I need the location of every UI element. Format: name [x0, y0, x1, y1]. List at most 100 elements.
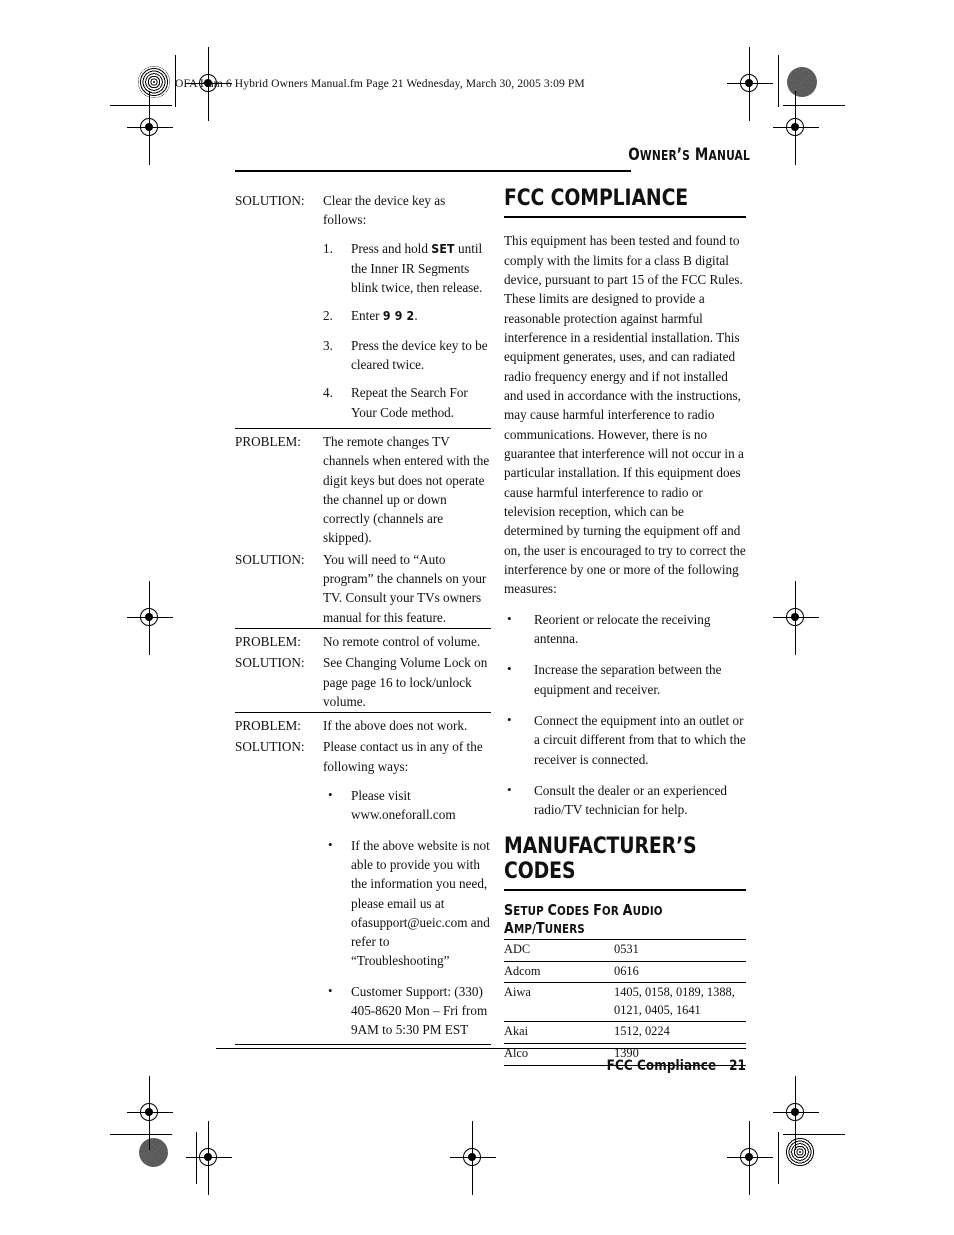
subsection-odes: ODES: [557, 904, 594, 918]
step-number: 3.: [323, 337, 333, 353]
list-item: • Increase the separation between the equ…: [504, 660, 746, 699]
bullet-text: Increase the separation between the equi…: [534, 662, 722, 697]
list-item: • Please visit www.oneforall.com: [323, 786, 491, 825]
table-row: Akai 1512, 0224: [504, 1021, 746, 1044]
brand-codes: 1512, 0224: [614, 1021, 746, 1044]
bullet-icon: •: [507, 610, 512, 626]
subsection-etup: ETUP: [513, 904, 548, 918]
brand-codes: 0531: [614, 939, 746, 962]
qa-text-solution: See Changing Volume Lock on page page 16…: [323, 655, 488, 709]
table-row: PROBLEM: If the above does not work.: [235, 713, 491, 737]
qa-label-solution: SOLUTION:: [235, 655, 305, 671]
qa-label-empty: [235, 231, 323, 429]
registration-mark-bottom-right-inner: [727, 1121, 773, 1195]
footer-section-title: FCC Compliance: [606, 1058, 717, 1074]
bullet-text: Reorient or relocate the receiving anten…: [534, 611, 711, 647]
brand-name: Adcom: [504, 961, 614, 984]
key-label: 9 9 2: [382, 309, 415, 324]
subsection-s: S: [504, 901, 514, 919]
bullet-text: Connect the equipment into an outlet or …: [534, 713, 746, 767]
crop-line-banner-right-vertical: [778, 55, 780, 107]
list-item: 3. Press the device key to be cleared twi…: [323, 336, 491, 375]
right-column: FCC COMPLIANCE This equipment has been t…: [504, 186, 746, 1066]
step-number: 2.: [323, 308, 333, 324]
list-item: 1. Press and hold SET until the Inner IR …: [323, 239, 491, 298]
qa-steps-cell: 1. Press and hold SET until the Inner IR …: [323, 231, 491, 429]
table-row: Adcom 0616: [504, 961, 746, 984]
bullet-text: Consult the dealer or an experienced rad…: [534, 783, 727, 818]
table-row: PROBLEM: No remote control of volume.: [235, 628, 491, 652]
subsection-c: C: [547, 901, 558, 919]
table-row: SOLUTION: Please contact us in any of th…: [235, 736, 491, 777]
registration-mark-middle-left: [127, 581, 173, 655]
fcc-measures-list: • Reorient or relocate the receiving ante…: [504, 610, 746, 820]
crop-line-bottom-right-horizontal: [783, 1134, 845, 1136]
step-text-pre: Press and hold: [351, 240, 432, 256]
brand-name: Akai: [504, 1021, 614, 1044]
list-item: 4. Repeat the Search For Your Code method…: [323, 383, 491, 422]
crop-line-top-right-horizontal: [783, 105, 845, 107]
list-item: 2. Enter 9 9 2.: [323, 306, 491, 326]
registration-mark-top-right-inner: [727, 47, 773, 121]
bullet-icon: •: [507, 712, 512, 728]
printer-density-mark-top-right: [787, 67, 817, 97]
bullet-icon: •: [328, 836, 333, 852]
subsection-udio: UDIO: [632, 904, 663, 918]
list-item: • Connect the equipment into an outlet or…: [504, 711, 746, 769]
table-row: ADC 0531: [504, 939, 746, 962]
subsection-f: F: [593, 901, 602, 919]
qa-group-0: SOLUTION: Clear the device key as follow…: [235, 190, 491, 428]
registration-mark-bottom-center: [450, 1121, 496, 1195]
qa-label-problem: PROBLEM:: [235, 718, 301, 734]
qa-label-problem: PROBLEM:: [235, 433, 301, 449]
section-rule-codes: [504, 888, 746, 891]
table-row: Aiwa 1405, 0158, 0189, 1388, 0121, 0405,…: [504, 982, 746, 1023]
table-row: SOLUTION: You will need to “Auto program…: [235, 549, 491, 629]
key-label: SET: [431, 241, 455, 256]
brand-name: Aiwa: [504, 982, 614, 1023]
qa-text-solution: Please contact us in any of the followin…: [323, 739, 483, 774]
crop-line-top-left-horizontal: [110, 105, 172, 107]
table-row: PROBLEM: The remote changes TV channels …: [235, 428, 491, 548]
qa-label-empty: [235, 777, 323, 1044]
subsection-uners: UNERS: [544, 922, 585, 936]
page-title-manufacturers-codes: MANUFACTURER’S CODES: [504, 832, 697, 884]
running-head: OWNER’S MANUAL: [628, 145, 750, 165]
qa-group-2: PROBLEM: No remote control of volume. SO…: [235, 628, 491, 712]
qa-text-problem: The remote changes TV channels when ente…: [323, 433, 490, 546]
qa-group-1: PROBLEM: The remote changes TV channels …: [235, 428, 491, 628]
file-info-banner: OFA Kam 6 Hybrid Owners Manual.fm Page 2…: [175, 77, 585, 90]
running-head-rule: [235, 170, 631, 172]
qa-label-solution: SOLUTION:: [235, 551, 305, 567]
registration-mark-lower-right-corner: [773, 1076, 819, 1150]
crop-line-bottom-right-vertical: [778, 1132, 780, 1184]
list-item: • Consult the dealer or an experienced ra…: [504, 781, 746, 820]
step-text-pre: Repeat the Search For Your Code method.: [351, 385, 468, 420]
printer-spiral-mark-top-left: [138, 66, 170, 98]
list-item: • Customer Support: (330) 405-8620 Mon – …: [323, 982, 491, 1040]
qa-text-problem: If the above does not work.: [323, 718, 468, 734]
table-row: SOLUTION: Clear the device key as follow…: [235, 190, 491, 231]
qa-text-solution: You will need to “Auto program” the chan…: [323, 551, 487, 625]
page-number: 21: [729, 1058, 746, 1074]
brand-codes: 1405, 0158, 0189, 1388, 0121, 0405, 1641: [614, 982, 746, 1023]
left-column: SOLUTION: Clear the device key as follow…: [235, 190, 491, 1045]
step-text-post: .: [414, 308, 418, 324]
brand-name: ADC: [504, 939, 614, 962]
list-item: • If the above website is not able to pro…: [323, 836, 491, 971]
step-text-pre: Press the device key to be cleared twice…: [351, 337, 488, 373]
table-row: SOLUTION: See Changing Volume Lock on pa…: [235, 652, 491, 712]
table-row: • Please visit www.oneforall.com • If the …: [235, 777, 491, 1044]
subsection-or: OR: [601, 904, 623, 918]
qa-bullets-cell: • Please visit www.oneforall.com • If the …: [323, 777, 491, 1044]
bullet-text: Customer Support: (330) 405-8620 Mon – F…: [351, 983, 488, 1038]
numbered-steps-list: 1. Press and hold SET until the Inner IR …: [323, 239, 491, 422]
setup-codes-table: ADC 0531 Adcom 0616 Aiwa 1405, 0158, 018…: [504, 939, 746, 1066]
registration-mark-middle-right: [773, 581, 819, 655]
step-text-pre: Enter: [351, 308, 383, 324]
qa-text-problem: No remote control of volume.: [323, 633, 481, 649]
step-number: 4.: [323, 385, 333, 401]
troubleshooting-table: SOLUTION: Clear the device key as follow…: [235, 190, 491, 1045]
qa-label-solution: SOLUTION:: [235, 739, 305, 755]
subsection-title-setup-codes: SETUP CODES FOR AUDIO AMP/TUNERS: [504, 901, 731, 937]
